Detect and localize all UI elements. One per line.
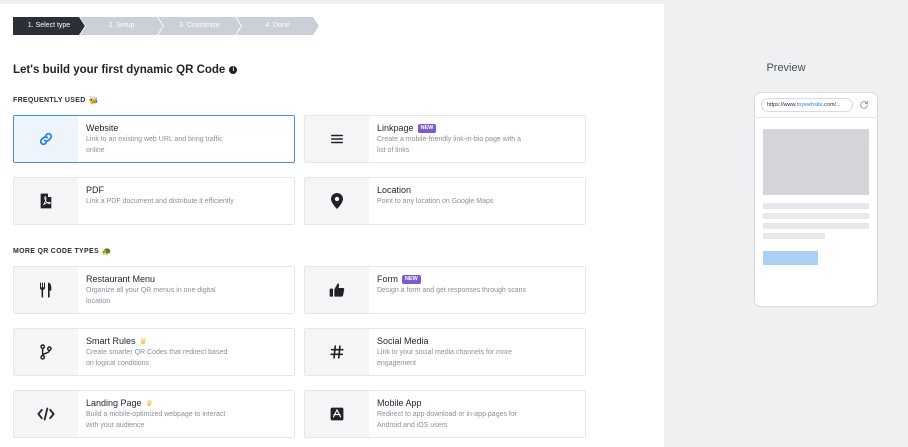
pdf-icon [40,193,52,209]
new-badge: NEW [402,274,421,284]
new-badge: NEW [417,123,437,133]
section-more-types-label: MORE QR CODE TYPES [13,248,99,255]
card-form[interactable]: Form NEW Design a form and get responses… [304,266,586,314]
card-form-title: Form [377,274,398,284]
card-pdf[interactable]: PDF Link a PDF document and distribute i… [13,177,295,225]
app-store-icon [330,407,344,421]
link-icon [39,132,53,146]
placeholder-line [763,203,869,209]
placeholder-line [763,223,869,229]
crown-icon: ♛ [145,398,153,408]
preview-title: Preview [766,62,806,74]
card-location-desc: Point to any location on Google Maps [377,198,494,205]
list-icon [330,134,344,144]
card-social-media[interactable]: Social Media Link to your social media c… [304,328,586,376]
placeholder-line [763,233,825,239]
thumbs-up-icon [329,283,345,297]
card-pdf-title: PDF [86,185,104,195]
branch-icon [40,344,52,360]
card-social-icon-box [305,329,369,375]
card-form-desc: Design a form and get responses through … [377,287,527,294]
card-mobileapp-title: Mobile App [377,398,422,408]
step-customize[interactable]: 3. Customize [158,17,241,35]
card-form-icon-box [305,267,369,313]
code-icon [37,407,55,421]
preview-panel: Preview https://www.mywebsite.com/... [664,4,908,447]
card-linkpage[interactable]: Linkpage NEW Create a mobile-friendly li… [304,115,586,163]
card-smartrules-title: Smart Rules [86,336,136,346]
card-linkpage-desc: Create a mobile-friendly link-in-bio pag… [377,136,521,154]
url-separator [755,117,877,118]
card-restaurant-title: Restaurant Menu [86,274,156,284]
page-title-text: Let's build your first dynamic QR Code [13,64,226,76]
placeholder-line [763,213,869,219]
phone-mockup: https://www.mywebsite.com/... [754,92,878,307]
card-location[interactable]: Location Point to any location on Google… [304,177,586,225]
card-restaurant-icon-box [14,267,78,313]
placeholder-image [763,129,869,195]
card-mobileapp-icon-box [305,391,369,437]
card-linkpage-title: Linkpage [377,123,414,133]
placeholder-button [763,251,818,265]
card-website[interactable]: Website Link to an existing web URL and … [13,115,295,163]
step-select-type[interactable]: 1. Select type [13,17,85,35]
url-prefix: https://www. [767,102,797,108]
stepper: 1. Select type 2. Setup 3. Customize 4. … [13,17,319,35]
card-pdf-icon-box [14,178,78,224]
card-restaurant-menu[interactable]: Restaurant Menu Organize all your QR men… [13,266,295,314]
fork-knife-icon [40,282,52,298]
card-website-icon-box [14,116,78,162]
turtle-icon: 🐢 [101,247,113,256]
card-location-icon-box [305,178,369,224]
url-suffix: .com/... [822,102,841,108]
card-website-desc: Link to an existing web URL and bring tr… [86,136,223,154]
card-website-title: Website [86,123,119,133]
card-smartrules-icon-box [14,329,78,375]
card-location-title: Location [377,185,412,195]
card-restaurant-desc: Organize all your QR menus in one digita… [86,287,216,305]
card-social-title: Social Media [377,336,429,346]
card-landing-title: Landing Page [86,398,142,408]
step-done[interactable]: 4. Done [236,17,319,35]
section-more-types: MORE QR CODE TYPES 🐢 [13,247,112,256]
url-domain: mywebsite [796,102,823,108]
card-smart-rules[interactable]: Smart Rules ♛ Create smarter QR Codes th… [13,328,295,376]
step-setup[interactable]: 2. Setup [80,17,163,35]
reload-icon [860,100,868,109]
card-pdf-desc: Link a PDF document and distribute it ef… [86,198,234,205]
hashtag-icon [330,345,344,359]
card-landing-icon-box [14,391,78,437]
card-linkpage-icon-box [305,116,369,162]
card-mobile-app[interactable]: Mobile App Redirect to app download or i… [304,390,586,438]
card-landing-page[interactable]: Landing Page ♛ Build a mobile-optimized … [13,390,295,438]
card-smartrules-desc: Create smarter QR Codes that redirect ba… [86,349,228,367]
map-pin-icon [331,193,343,209]
bee-icon: 🐝 [88,96,99,105]
card-mobileapp-desc: Redirect to app download or in-app pages… [377,411,518,429]
crown-icon: ♛ [139,336,147,346]
page-title: Let's build your first dynamic QR Code i [13,64,238,76]
card-social-desc: Link to your social media channels for m… [377,349,513,367]
url-bar: https://www.mywebsite.com/... [761,98,853,112]
card-landing-desc: Build a mobile-optimized webpage to inte… [86,411,226,429]
info-icon[interactable]: i [229,66,238,74]
section-frequently-used-label: FREQUENTLY USED [13,97,86,104]
section-frequently-used: FREQUENTLY USED 🐝 [13,96,99,105]
